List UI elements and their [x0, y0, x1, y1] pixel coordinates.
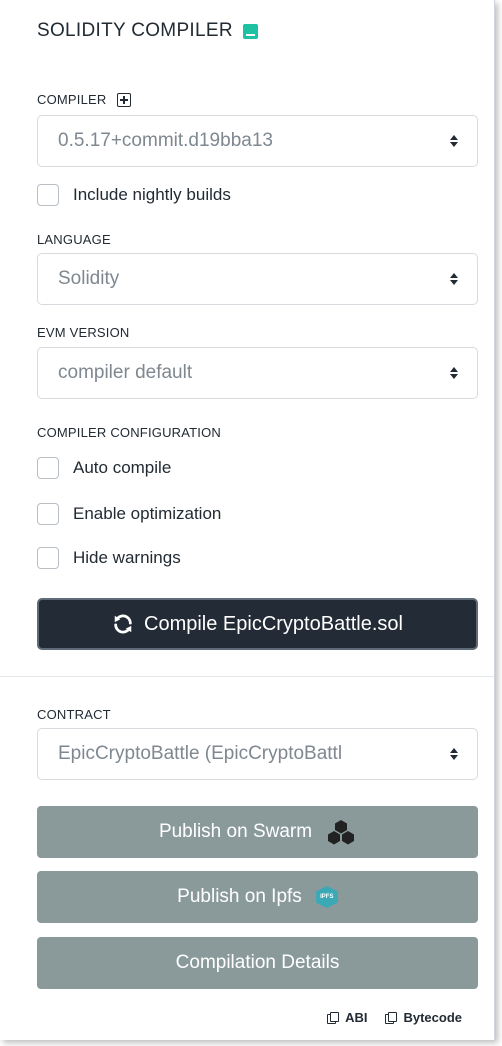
book-icon[interactable] — [242, 23, 258, 39]
nightly-builds-checkbox[interactable] — [37, 184, 59, 206]
evm-version-value: compiler default — [58, 362, 193, 383]
compile-button-label: Compile EpicCryptoBattle.sol — [144, 612, 403, 635]
nightly-builds-label: Include nightly builds — [73, 185, 231, 204]
chevron-updown-icon — [449, 273, 459, 285]
copy-icon — [385, 1011, 398, 1024]
language-label-text: LANGUAGE — [37, 232, 111, 247]
section-divider — [0, 676, 494, 677]
chevron-updown-icon — [449, 367, 459, 379]
hide-warnings-checkbox[interactable] — [37, 547, 59, 569]
compiler-label-row: COMPILER — [37, 92, 131, 107]
hide-warnings-label: Hide warnings — [73, 548, 181, 567]
language-select[interactable]: Solidity — [37, 253, 478, 305]
nightly-builds-row[interactable]: Include nightly builds — [37, 184, 231, 206]
copy-icon — [327, 1011, 340, 1024]
compiler-panel: SOLIDITY COMPILER COMPILER 0.5.17+commit… — [0, 0, 495, 1040]
publish-swarm-label: Publish on Swarm — [158, 821, 313, 842]
ipfs-icon: IPFS — [315, 886, 338, 908]
enable-optimization-checkbox[interactable] — [37, 503, 59, 525]
compilation-details-button[interactable]: Compilation Details — [37, 937, 478, 989]
language-label: LANGUAGE — [37, 232, 111, 247]
contract-select[interactable]: EpicCryptoBattle (EpicCryptoBattl — [37, 728, 478, 780]
compile-button[interactable]: Compile EpicCryptoBattle.sol — [37, 598, 478, 650]
compiler-config-label: COMPILER CONFIGURATION — [37, 425, 221, 440]
chevron-updown-icon — [449, 135, 459, 147]
plus-square-icon[interactable] — [116, 92, 131, 107]
auto-compile-label: Auto compile — [73, 458, 172, 477]
panel-header: SOLIDITY COMPILER — [37, 20, 258, 42]
bytecode-label: Bytecode — [403, 1010, 462, 1025]
contract-label: CONTRACT — [37, 707, 111, 722]
publish-swarm-button[interactable]: Publish on Swarm — [37, 806, 478, 858]
enable-optimization-label: Enable optimization — [73, 504, 222, 523]
auto-compile-checkbox[interactable] — [37, 457, 59, 479]
compilation-details-label: Compilation Details — [175, 952, 340, 973]
publish-ipfs-button[interactable]: Publish on Ipfs IPFS — [37, 871, 478, 923]
compiler-version-value: 0.5.17+commit.d19bba13 — [58, 130, 273, 151]
copy-abi-link[interactable]: ABI — [327, 1010, 367, 1025]
compiler-label: COMPILER — [37, 92, 107, 107]
evm-version-label-text: EVM VERSION — [37, 325, 130, 340]
auto-compile-row[interactable]: Auto compile — [37, 457, 171, 479]
compiler-config-label-text: COMPILER CONFIGURATION — [37, 425, 222, 440]
swarm-icon — [328, 820, 355, 845]
contract-value: EpicCryptoBattle (EpicCryptoBattl — [58, 743, 343, 764]
hide-warnings-row[interactable]: Hide warnings — [37, 547, 181, 569]
chevron-updown-icon — [449, 748, 459, 760]
copy-links: ABI Bytecode — [327, 1010, 462, 1025]
evm-version-label: EVM VERSION — [37, 325, 130, 340]
compiler-version-select[interactable]: 0.5.17+commit.d19bba13 — [37, 115, 478, 167]
page-title: SOLIDITY COMPILER — [37, 20, 233, 41]
refresh-icon — [114, 614, 132, 634]
publish-ipfs-label: Publish on Ipfs — [177, 886, 302, 907]
enable-optimization-row[interactable]: Enable optimization — [37, 503, 221, 525]
copy-bytecode-link[interactable]: Bytecode — [385, 1010, 462, 1025]
language-value: Solidity — [58, 268, 120, 289]
contract-label-text: CONTRACT — [37, 707, 111, 722]
abi-label: ABI — [345, 1010, 368, 1025]
evm-version-select[interactable]: compiler default — [37, 347, 478, 399]
